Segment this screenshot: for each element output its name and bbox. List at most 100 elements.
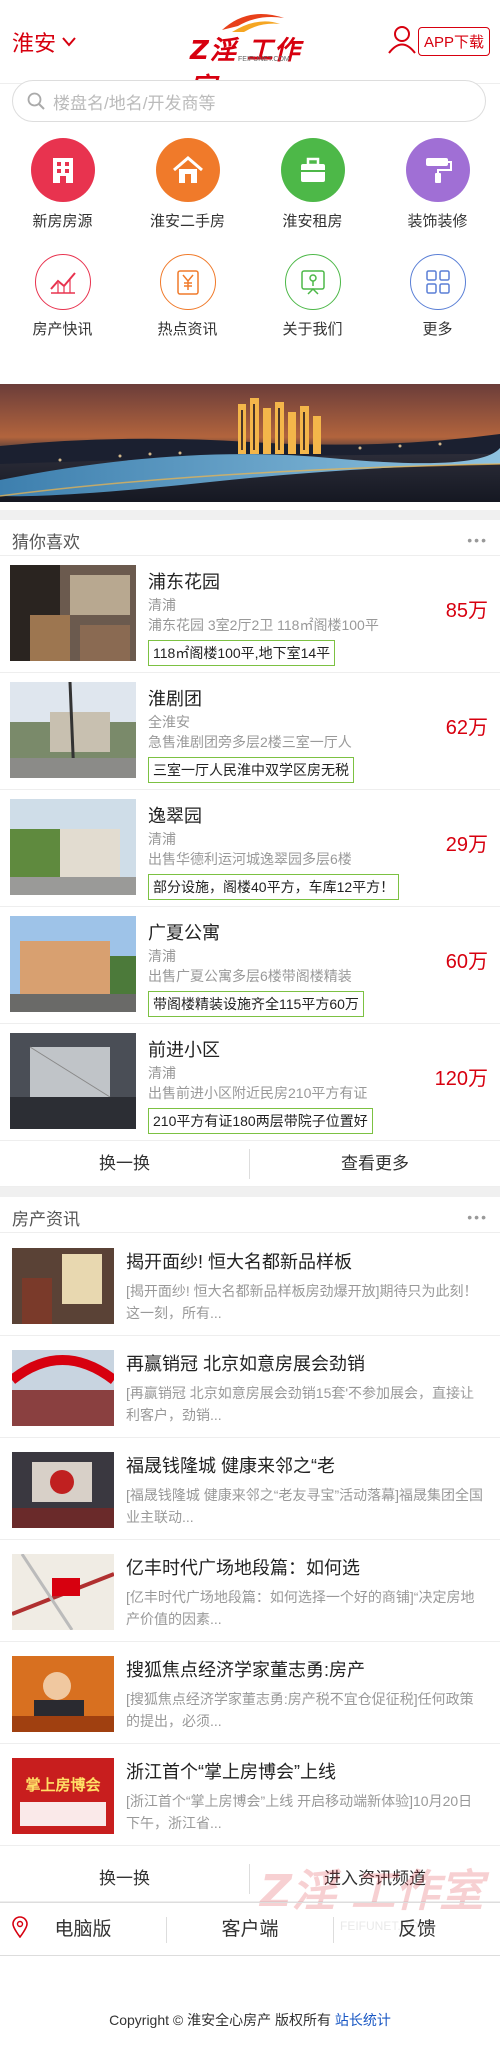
listing-name: 淮剧团 — [148, 689, 202, 709]
news-title: 再赢销冠 北京如意房展会劲销 — [126, 1354, 365, 1374]
city-night-image — [0, 384, 500, 502]
more-dots-icon[interactable]: ••• — [467, 1209, 488, 1225]
city-label: 淮安 — [12, 31, 57, 56]
listing-tag: 带阁楼精装设施齐全115平方60万 — [148, 991, 364, 1017]
nav-label: 淮安二手房 — [149, 213, 225, 230]
news-title: 亿丰时代广场地段篇：如何选 — [126, 1558, 360, 1578]
pc-version-link[interactable]: 电脑版 — [0, 1903, 166, 1957]
listing-item[interactable]: 前进小区 清浦 出售前进小区附近民房210平方有证 210平方有证180两层带院… — [0, 1024, 500, 1141]
news-item[interactable]: 亿丰时代广场地段篇：如何选 [亿丰时代广场地段篇：如何选择一个好的商铺]“决定房… — [0, 1540, 500, 1642]
listing-tag: 118㎡阁楼100平,地下室14平 — [148, 640, 336, 666]
copyright: Copyright © 淮安全心房产 版权所有 站长统计 — [0, 2010, 500, 2030]
section-title: 房产资讯 — [12, 1210, 80, 1229]
news-image-text: 掌上房博会 — [25, 1776, 100, 1794]
more-dots-icon[interactable]: ••• — [467, 532, 488, 548]
listing-photo — [10, 682, 136, 778]
listing-area: 清浦 — [148, 1065, 176, 1081]
user-icon[interactable] — [387, 24, 417, 54]
building-icon — [30, 138, 95, 202]
news-photo — [12, 1554, 114, 1630]
site-logo[interactable]: Z淫 工作室 FEIFUNET.COM — [190, 12, 314, 103]
listing-desc: 出售华德利运河城逸翠园多层6楼 — [148, 851, 352, 867]
paint-roller-icon — [405, 138, 470, 202]
copyright-text: Copyright © 淮安全心房产 版权所有 — [109, 2012, 331, 2028]
listing-desc: 出售前进小区附近民房210平方有证 — [148, 1085, 368, 1101]
search-input[interactable]: 楼盘名/地名/开发商等 — [12, 80, 486, 122]
listing-item[interactable]: 淮剧团 全淮安 急售淮剧团旁多层2楼三室一厅人 三室一厅人民淮中双学区房无税 6… — [0, 673, 500, 790]
news-item[interactable]: 掌上房博会 浙江首个“掌上房博会”上线 [浙江首个“掌上房博会”上线 开启移动端… — [0, 1744, 500, 1846]
listing-area: 清浦 — [148, 597, 176, 613]
listing-tag: 210平方有证180两层带院子位置好 — [148, 1108, 373, 1134]
news-photo — [12, 1452, 114, 1528]
listing-price: 60万 — [445, 951, 488, 973]
news-desc: [揭开面纱! 恒大名都新品样板房劲爆开放]期待只为此刻！这一刻，所有... — [126, 1283, 478, 1321]
nav-label: 装饰装修 — [407, 213, 468, 230]
listing-price: 120万 — [434, 1068, 488, 1090]
listing-item[interactable]: 逸翠园 清浦 出售华德利运河城逸翠园多层6楼 部分设施，阁楼40平方，车库12平… — [0, 790, 500, 907]
news-title: 揭开面纱! 恒大名都新品样板 — [126, 1252, 353, 1272]
listing-photo — [10, 799, 136, 895]
listing-area: 清浦 — [148, 948, 176, 964]
promo-banner[interactable] — [0, 384, 500, 502]
listing-desc: 出售广夏公寓多层6楼带阁楼精装 — [148, 968, 352, 984]
nav-label: 淮安租房 — [282, 213, 343, 230]
header: 淮安 Z淫 工作室 FEIFUNET.COM APP下载 — [0, 0, 500, 103]
listing-item[interactable]: 广夏公寓 清浦 出售广夏公寓多层6楼带阁楼精装 带阁楼精装设施齐全115平方60… — [0, 907, 500, 1024]
listing-price: 85万 — [445, 600, 488, 622]
news-title: 福晟钱隆城 健康来邻之“老 — [126, 1456, 335, 1476]
nav-label: 热点资讯 — [157, 321, 218, 338]
chevron-down-icon — [62, 37, 76, 47]
news-refresh-button[interactable]: 换一换 — [0, 1856, 249, 1902]
stats-link[interactable]: 站长统计 — [335, 2012, 391, 2028]
nav-secondhand[interactable]: 淮安二手房 — [125, 138, 250, 231]
app-download-button[interactable]: APP下载 — [417, 27, 490, 56]
yen-icon — [159, 254, 216, 310]
footer-links: 电脑版 客户端 反馈 — [0, 1902, 500, 1956]
nav-decoration[interactable]: 装饰装修 — [375, 138, 500, 231]
listing-tag: 三室一厅人民淮中双学区房无税 — [148, 757, 354, 783]
logo-sub: FEIFUNET.COM — [238, 56, 290, 63]
nav-rent[interactable]: 淮安租房 — [250, 138, 375, 231]
news-title: 浙江首个“掌上房博会”上线 — [126, 1762, 336, 1782]
city-selector[interactable]: 淮安 — [12, 26, 76, 58]
house-icon — [155, 138, 220, 202]
news-desc: [再赢销冠 北京如意房展会劲销15套'不参加展会，直接让利客户，劲销... — [126, 1385, 475, 1423]
search-placeholder: 楼盘名/地名/开发商等 — [53, 93, 216, 113]
nav-label: 更多 — [422, 321, 453, 338]
listing-price: 29万 — [445, 834, 488, 856]
news-item[interactable]: 福晟钱隆城 健康来邻之“老 [福晟钱隆城 健康来邻之“老友寻宝”活动落幕]福晟集… — [0, 1438, 500, 1540]
news-desc: [浙江首个“掌上房博会”上线 开启移动端新体验]10月20日下午，浙江省... — [126, 1793, 473, 1831]
news-item[interactable]: 再赢销冠 北京如意房展会劲销 [再赢销冠 北京如意房展会劲销15套'不参加展会，… — [0, 1336, 500, 1438]
feedback-link[interactable]: 反馈 — [334, 1903, 500, 1957]
listing-price: 62万 — [445, 717, 488, 739]
view-more-button[interactable]: 查看更多 — [250, 1141, 500, 1187]
news-photo — [12, 1656, 114, 1732]
listing-name: 广夏公寓 — [148, 923, 220, 943]
news-title: 搜狐焦点经济学家董志勇:房产 — [126, 1660, 365, 1680]
listing-name: 浦东花园 — [148, 572, 220, 592]
listing-item[interactable]: 浦东花园 清浦 浦东花园 3室2厅2卫 118㎡阁楼100平 118㎡阁楼100… — [0, 556, 500, 673]
news-item[interactable]: 揭开面纱! 恒大名都新品样板 [揭开面纱! 恒大名都新品样板房劲爆开放]期待只为… — [0, 1234, 500, 1336]
nav-label: 新房房源 — [32, 213, 93, 230]
briefcase-icon — [280, 138, 345, 202]
listing-desc: 浦东花园 3室2厅2卫 118㎡阁楼100平 — [148, 617, 379, 633]
listing-tag: 部分设施，阁楼40平方，车库12平方！ — [148, 874, 400, 900]
nav-more[interactable]: 更多 — [375, 250, 500, 339]
news-section-header: 房产资讯 ••• — [0, 1187, 500, 1233]
guess-actions: 换一换 查看更多 — [0, 1141, 500, 1187]
listing-photo — [10, 565, 136, 661]
nav-hot-news[interactable]: 热点资讯 — [125, 250, 250, 339]
nav-new-houses[interactable]: 新房房源 — [0, 138, 125, 231]
news-photo — [12, 1350, 114, 1426]
nav-label: 关于我们 — [282, 321, 343, 338]
nav-flash-news[interactable]: 房产快讯 — [0, 250, 125, 339]
client-link[interactable]: 客户端 — [167, 1903, 333, 1957]
news-item[interactable]: 搜狐焦点经济学家董志勇:房产 [搜狐焦点经济学家董志勇:房产税不宜仓促征税]任何… — [0, 1642, 500, 1744]
guess-section-header: 猜你喜欢 ••• — [0, 510, 500, 556]
news-photo — [12, 1248, 114, 1324]
listing-photo — [10, 916, 136, 1012]
section-title: 猜你喜欢 — [12, 533, 80, 552]
nav-about[interactable]: 关于我们 — [250, 250, 375, 339]
refresh-button[interactable]: 换一换 — [0, 1141, 249, 1187]
news-photo: 掌上房博会 — [12, 1758, 114, 1834]
